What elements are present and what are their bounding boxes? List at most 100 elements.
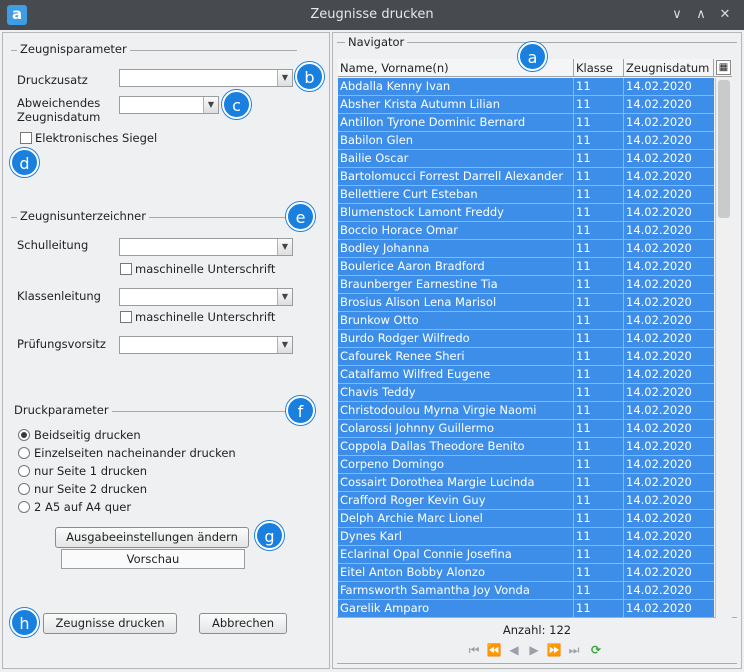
cell-name: Catalfamo Wilfred Eugene	[338, 366, 574, 383]
table-row[interactable]: Boulerice Aaron Bradford 11 14.02.2020	[338, 258, 714, 276]
chevron-down-icon[interactable]: ▼	[203, 97, 218, 113]
cell-zeugnisdatum: 14.02.2020	[626, 133, 692, 147]
cell-klasse: 11	[574, 294, 624, 311]
table-row[interactable]: Absher Krista Autumn Lilian 11 14.02.2020	[338, 96, 714, 114]
schulleitung-label: Schulleitung	[17, 238, 89, 252]
table-row[interactable]: Braunberger Earnestine Tia 11 14.02.2020	[338, 276, 714, 294]
table-row[interactable]: Christodoulou Myrna Virgie Naomi 11 14.02.…	[338, 402, 714, 420]
table-row[interactable]: Antillon Tyrone Dominic Bernard 11 14.02.2…	[338, 114, 714, 132]
table-row[interactable]: Cafourek Renee Sheri 11 14.02.2020	[338, 348, 714, 366]
table-row[interactable]: Chavis Teddy 11 14.02.2020	[338, 384, 714, 402]
last-page-icon[interactable]: ⏭	[566, 643, 582, 659]
cell-name: Chavis Teddy	[338, 384, 574, 401]
table-row[interactable]: Brosius Alison Lena Marisol 11 14.02.2020	[338, 294, 714, 312]
cell-zeugnisdatum: 14.02.2020	[626, 151, 692, 165]
cell-zeugnisdatum: 14.02.2020	[626, 511, 692, 525]
table-row[interactable]: Delph Archie Marc Lionel 11 14.02.2020	[338, 510, 714, 528]
cell-zeugnisdatum: 14.02.2020	[626, 295, 692, 309]
cell-zeugnisdatum: 14.02.2020	[626, 583, 692, 597]
vertical-scrollbar[interactable]	[715, 78, 732, 618]
radio-einzelseiten[interactable]	[18, 447, 30, 459]
print-button[interactable]: Zeugnisse drucken	[43, 613, 177, 634]
badge-g: g	[255, 521, 284, 550]
cell-klasse: 11	[574, 240, 624, 257]
first-page-icon[interactable]: ⏮	[466, 643, 482, 659]
table-row[interactable]: Boccio Horace Omar 11 14.02.2020	[338, 222, 714, 240]
cell-klasse: 11	[574, 330, 624, 347]
table-row[interactable]: Crafford Roger Kevin Guy 11 14.02.2020	[338, 492, 714, 510]
druckparameter-legend: Druckparameter	[11, 403, 112, 417]
cell-name: Eitel Anton Bobby Alonzo	[338, 564, 574, 581]
previous-icon[interactable]: ◀	[506, 643, 522, 659]
radio-seite-1[interactable]	[18, 465, 30, 477]
cancel-button[interactable]: Abbrechen	[199, 613, 287, 634]
anzahl-label: Anzahl: 122	[502, 623, 572, 637]
chevron-down-icon[interactable]: ▼	[277, 239, 292, 255]
close-button[interactable]: ✕	[716, 6, 734, 24]
badge-a: a	[518, 42, 547, 71]
column-header-klasse[interactable]: Klasse	[574, 59, 624, 77]
cell-klasse: 11	[574, 420, 624, 437]
table-row[interactable]: Coppola Dallas Theodore Benito 11 14.02.20…	[338, 438, 714, 456]
table-row[interactable]: Bellettiere Curt Esteban 11 14.02.2020	[338, 186, 714, 204]
table-row[interactable]: Farmsworth Samantha Joy Vonda 11 14.02.202…	[338, 582, 714, 600]
pruefungsvorsitz-label: Prüfungsvorsitz	[17, 337, 106, 351]
chevron-down-icon[interactable]: ▼	[277, 70, 292, 86]
column-header-zeugnisdatum[interactable]: Zeugnisdatum	[624, 59, 714, 77]
radio-a5-a4[interactable]	[18, 501, 30, 513]
cell-name: Blumenstock Lamont Freddy	[338, 204, 574, 221]
cell-klasse: 11	[574, 78, 624, 95]
table-row[interactable]: Colarossi Johnny Guillermo 11 14.02.2020	[338, 420, 714, 438]
minimize-button[interactable]: ∨	[668, 6, 686, 24]
table-row[interactable]: Burdo Rodger Wilfredo 11 14.02.2020	[338, 330, 714, 348]
fast-forward-icon[interactable]: ⏩	[546, 643, 562, 659]
klassenleitung-combo[interactable]: ▼	[119, 288, 293, 306]
maximize-button[interactable]: ∧	[692, 6, 710, 24]
pruefungsvorsitz-combo[interactable]: ▼	[119, 336, 293, 354]
table-row[interactable]: Dynes Karl 11 14.02.2020	[338, 528, 714, 546]
table-row[interactable]: Eclarinal Opal Connie Josefina 11 14.02.20…	[338, 546, 714, 564]
table-row[interactable]: Brunkow Otto 11 14.02.2020	[338, 312, 714, 330]
schulleitung-combo[interactable]: ▼	[119, 238, 293, 256]
table-row[interactable]: Bodley Johanna 11 14.02.2020	[338, 240, 714, 258]
cell-name: Bodley Johanna	[338, 240, 574, 257]
table-row[interactable]: Garelik Amparo 11 14.02.2020	[338, 600, 714, 618]
schulleitung-maschinell-checkbox[interactable]	[120, 263, 132, 275]
column-chooser-icon[interactable]: ▦	[716, 60, 731, 75]
cell-name: Bellettiere Curt Esteban	[338, 186, 574, 203]
table-row[interactable]: Corpeno Domingo 11 14.02.2020	[338, 456, 714, 474]
table-row[interactable]: Bartolomucci Forrest Darrell Alexander 11…	[338, 168, 714, 186]
radio-seite-2[interactable]	[18, 483, 30, 495]
cell-klasse: 11	[574, 402, 624, 419]
cell-zeugnisdatum: 14.02.2020	[626, 223, 692, 237]
table-row[interactable]: Eitel Anton Bobby Alonzo 11 14.02.2020	[338, 564, 714, 582]
left-panel: Zeugnisparameter Druckzusatz ▼ Abweichen…	[2, 32, 330, 669]
student-list[interactable]: Abdalla Kenny Ivan 11 14.02.2020 Absher Kri…	[338, 78, 714, 618]
cell-klasse: 11	[574, 276, 624, 293]
table-row[interactable]: Blumenstock Lamont Freddy 11 14.02.2020	[338, 204, 714, 222]
refresh-icon[interactable]: ⟳	[588, 643, 604, 659]
cell-klasse: 11	[574, 204, 624, 221]
cell-klasse: 11	[574, 564, 624, 581]
siegel-checkbox[interactable]	[20, 132, 32, 144]
abweichendes-zeugnisdatum-combo[interactable]: ▼	[119, 96, 219, 114]
cell-zeugnisdatum: 14.02.2020	[626, 313, 692, 327]
table-row[interactable]: Catalfamo Wilfred Eugene 11 14.02.2020	[338, 366, 714, 384]
chevron-down-icon[interactable]: ▼	[277, 337, 292, 353]
klassenleitung-maschinell-checkbox[interactable]	[120, 311, 132, 323]
table-row[interactable]: Babilon Glen 11 14.02.2020	[338, 132, 714, 150]
fast-back-icon[interactable]: ⏪	[486, 643, 502, 659]
table-row[interactable]: Bailie Oscar 11 14.02.2020	[338, 150, 714, 168]
radio-beidseitig[interactable]	[18, 429, 30, 441]
vorschau-button[interactable]: Vorschau	[61, 549, 245, 569]
cell-name: Boulerice Aaron Bradford	[338, 258, 574, 275]
chevron-down-icon[interactable]: ▼	[277, 289, 292, 305]
table-row[interactable]: Abdalla Kenny Ivan 11 14.02.2020	[338, 78, 714, 96]
scrollbar-thumb[interactable]	[718, 80, 730, 218]
cell-klasse: 11	[574, 438, 624, 455]
ausgabeeinstellungen-button[interactable]: Ausgabeeinstellungen ändern	[55, 527, 249, 548]
next-icon[interactable]: ▶	[526, 643, 542, 659]
table-row[interactable]: Cossairt Dorothea Margie Lucinda 11 14.02.…	[338, 474, 714, 492]
druckzusatz-combo[interactable]: ▼	[119, 69, 293, 87]
cell-name: Brosius Alison Lena Marisol	[338, 294, 574, 311]
